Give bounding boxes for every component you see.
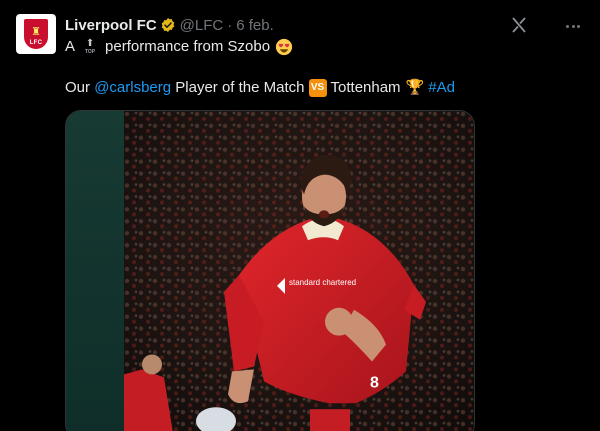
tweet-media-image[interactable]: standard chartered 8 bbox=[65, 110, 475, 431]
tweet-text-line-1: A ⬆ TOP performance from Szobo bbox=[65, 37, 293, 57]
text-our: Our bbox=[65, 79, 91, 96]
separator-dot: · bbox=[227, 16, 233, 34]
text-opponent: Tottenham bbox=[330, 79, 401, 96]
sponsor-text: standard chartered bbox=[289, 278, 356, 287]
author-name[interactable]: Liverpool FC bbox=[65, 17, 157, 34]
tweet[interactable]: ♜ LFC Liverpool FC @LFC · 6 feb. A ⬆ TOP… bbox=[0, 0, 600, 431]
liverbird-icon: ♜ bbox=[31, 26, 41, 38]
mention-link[interactable]: @carlsberg bbox=[94, 78, 171, 98]
media-side-panel bbox=[66, 111, 124, 431]
heart-eyes-emoji-icon bbox=[275, 38, 293, 56]
trophy-emoji-icon: 🏆 bbox=[405, 79, 425, 96]
text-performance: performance from Szobo bbox=[105, 38, 271, 55]
player-celebration-photo: standard chartered 8 bbox=[124, 111, 474, 431]
author-handle[interactable]: @LFC bbox=[180, 17, 224, 34]
hashtag-link[interactable]: #Ad bbox=[428, 78, 455, 98]
tweet-date[interactable]: 6 feb. bbox=[236, 17, 274, 34]
shirt-number: 8 bbox=[370, 374, 379, 391]
more-options-icon[interactable] bbox=[555, 14, 591, 38]
tweet-header: Liverpool FC @LFC · 6 feb. bbox=[65, 14, 274, 36]
lfc-crest-logo: ♜ LFC bbox=[24, 19, 48, 49]
grok-icon[interactable] bbox=[509, 15, 529, 35]
tweet-text-line-2: Our @carlsberg Player of the Match VS To… bbox=[65, 78, 455, 98]
vs-emoji-icon: VS bbox=[308, 79, 327, 97]
text-player-of-match: Player of the Match bbox=[175, 79, 305, 96]
top-arrow-emoji-icon: ⬆ TOP bbox=[84, 38, 96, 56]
verified-badge-icon[interactable] bbox=[160, 17, 176, 33]
avatar-text: LFC bbox=[29, 40, 43, 46]
avatar[interactable]: ♜ LFC bbox=[16, 14, 56, 54]
text-a: A bbox=[65, 38, 76, 55]
